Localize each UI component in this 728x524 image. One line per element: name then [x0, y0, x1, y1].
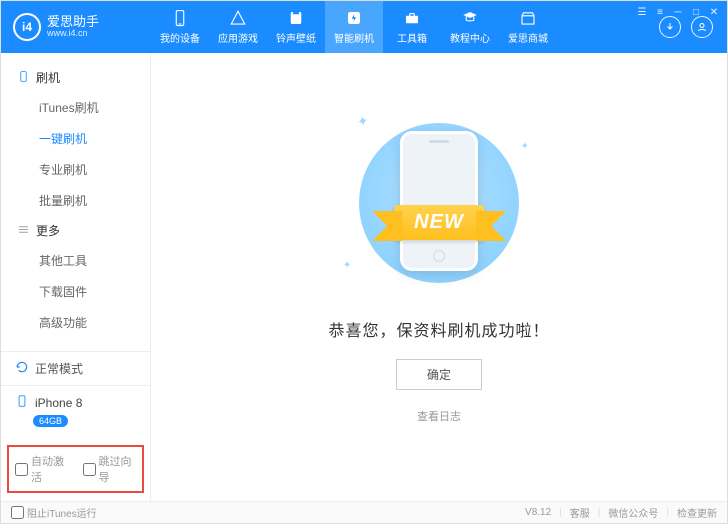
download-icon[interactable] [659, 16, 681, 38]
toolbox-icon [403, 9, 421, 27]
nav-label: 教程中心 [450, 30, 490, 45]
sidebar-item-download[interactable]: 下载固件 [1, 276, 150, 307]
sparkle-icon: ✦ [343, 260, 351, 271]
close-icon[interactable]: ✕ [707, 5, 721, 19]
sidebar: 刷机 iTunes刷机 一键刷机 专业刷机 批量刷机 更多 其他工具 下载固件 … [1, 53, 151, 501]
phone-outline-icon [17, 70, 30, 86]
header-right [659, 16, 727, 38]
window-controls: ☰ ≡ ─ □ ✕ [635, 5, 721, 19]
sidebar-item-advanced[interactable]: 高级功能 [1, 307, 150, 338]
brand-site: www.i4.cn [47, 29, 99, 39]
sidebar-group-flash: 刷机 [1, 63, 150, 92]
storage-badge: 64GB [33, 415, 68, 427]
logo-icon: i4 [13, 13, 41, 41]
sidebar-item-batch[interactable]: 批量刷机 [1, 185, 150, 216]
group-label: 刷机 [36, 69, 60, 86]
apps-icon [229, 9, 247, 27]
nav-label: 铃声壁纸 [276, 30, 316, 45]
sparkle-icon: ✦ [355, 112, 371, 131]
app-header: i4 爱思助手 www.i4.cn 我的设备 应用游戏 铃声壁纸 智能刷机 工具… [1, 1, 727, 53]
more-icon [17, 223, 30, 239]
nav-my-device[interactable]: 我的设备 [151, 1, 209, 53]
flash-icon [345, 9, 363, 27]
nav-ringtone[interactable]: 铃声壁纸 [267, 1, 325, 53]
view-log-link[interactable]: 查看日志 [417, 408, 461, 424]
new-ribbon: NEW [394, 205, 484, 240]
mode-label: 正常模式 [35, 360, 83, 377]
menu-icon[interactable]: ☰ [635, 5, 649, 19]
nav-label: 应用游戏 [218, 30, 258, 45]
sidebar-item-pro[interactable]: 专业刷机 [1, 154, 150, 185]
main-content: ✦ ✦ ✦ NEW 恭喜您，保资料刷机成功啦！ 确定 查看日志 [151, 53, 727, 501]
nav-toolbox[interactable]: 工具箱 [383, 1, 441, 53]
flash-options-highlight: 自动激活 跳过向导 [7, 445, 144, 493]
nav-flash[interactable]: 智能刷机 [325, 1, 383, 53]
device-name: iPhone 8 [35, 396, 82, 410]
device-info[interactable]: iPhone 8 64GB [1, 385, 150, 437]
skip-guide-checkbox[interactable]: 跳过向导 [83, 453, 137, 485]
user-icon[interactable] [691, 16, 713, 38]
nav-apps[interactable]: 应用游戏 [209, 1, 267, 53]
nav-store[interactable]: 爱思商城 [499, 1, 557, 53]
nav-label: 智能刷机 [334, 30, 374, 45]
nav-label: 爱思商城 [508, 30, 548, 45]
wechat-link[interactable]: 微信公众号 [608, 505, 658, 520]
sidebar-item-other[interactable]: 其他工具 [1, 245, 150, 276]
device-mode-status[interactable]: 正常模式 [1, 351, 150, 385]
confirm-button[interactable]: 确定 [396, 359, 482, 390]
phone-icon [171, 9, 189, 27]
sparkle-icon: ✦ [521, 141, 529, 152]
group-label: 更多 [36, 222, 60, 239]
phone-illustration [400, 131, 478, 271]
nav-label: 工具箱 [397, 30, 427, 45]
sidebar-item-itunes[interactable]: iTunes刷机 [1, 92, 150, 123]
sidebar-item-onekey[interactable]: 一键刷机 [1, 123, 150, 154]
block-itunes-checkbox[interactable]: 阻止iTunes运行 [11, 505, 97, 520]
check-update-link[interactable]: 检查更新 [677, 505, 717, 520]
minimize-icon[interactable]: ─ [671, 5, 685, 19]
refresh-icon [15, 360, 29, 377]
success-message: 恭喜您，保资料刷机成功啦！ [328, 317, 549, 341]
settings-icon[interactable]: ≡ [653, 5, 667, 19]
sidebar-group-more: 更多 [1, 216, 150, 245]
auto-activate-checkbox[interactable]: 自动激活 [15, 453, 69, 485]
store-icon [519, 9, 537, 27]
brand-area: i4 爱思助手 www.i4.cn [1, 13, 151, 41]
device-phone-icon [15, 394, 29, 411]
version-label: V8.12 [525, 507, 551, 518]
tutorial-icon [461, 9, 479, 27]
nav-tutorial[interactable]: 教程中心 [441, 1, 499, 53]
nav-label: 我的设备 [160, 30, 200, 45]
kefu-link[interactable]: 客服 [570, 505, 590, 520]
maximize-icon[interactable]: □ [689, 5, 703, 19]
main-nav: 我的设备 应用游戏 铃声壁纸 智能刷机 工具箱 教程中心 爱思商城 [151, 1, 659, 53]
success-illustration: ✦ ✦ ✦ NEW [329, 113, 549, 293]
music-icon [287, 9, 305, 27]
brand-title: 爱思助手 [47, 15, 99, 29]
footer-bar: 阻止iTunes运行 V8.12 | 客服 | 微信公众号 | 检查更新 [1, 501, 727, 523]
body: 刷机 iTunes刷机 一键刷机 专业刷机 批量刷机 更多 其他工具 下载固件 … [1, 53, 727, 501]
